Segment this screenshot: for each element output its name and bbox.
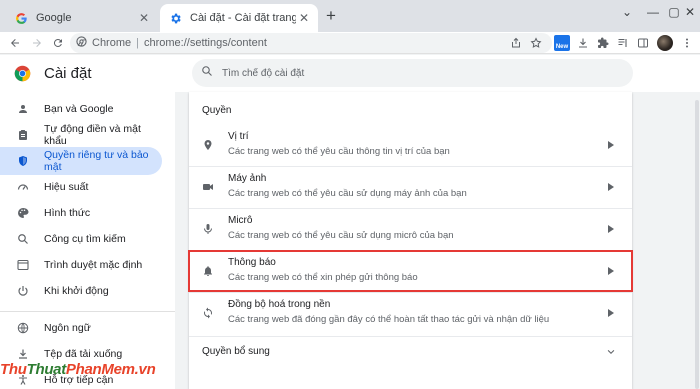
side-panel-icon[interactable] [634, 34, 652, 52]
download-icon[interactable] [574, 34, 592, 52]
expander-label: Quyền bổ sung [202, 346, 270, 357]
permission-row-background-sync[interactable]: Đồng bộ hoá trong nền Các trang web đã đ… [189, 292, 632, 334]
chrome-logo-icon [14, 65, 31, 82]
row-divider [189, 336, 632, 337]
row-title: Máy ảnh [228, 173, 267, 184]
sidebar-item-label: Trình duyệt mặc định [44, 259, 143, 271]
sidebar-item-privacy[interactable]: Quyền riêng tư và bảo mật [0, 147, 162, 175]
row-title: Vị trí [228, 131, 249, 142]
arrow-right-icon [606, 307, 616, 319]
watermark-part: Thuat [26, 361, 67, 378]
row-subtitle: Các trang web có thể yêu cầu sử dụng máy… [228, 188, 467, 199]
globe-icon [16, 321, 30, 335]
close-icon[interactable]: ✕ [296, 10, 312, 26]
arrow-right-icon [606, 181, 616, 193]
address-bar[interactable]: Chrome | chrome://settings/content [70, 33, 552, 53]
power-icon [16, 284, 30, 298]
sync-icon [201, 306, 215, 320]
permission-row-microphone[interactable]: Micrô Các trang web có thể yêu cầu sử dụ… [189, 208, 632, 250]
microphone-icon [201, 222, 215, 236]
chevron-down-icon [605, 346, 617, 358]
google-icon [14, 11, 28, 25]
sidebar-divider [0, 311, 175, 312]
shield-icon [16, 154, 30, 168]
sidebar-item-appearance[interactable]: Hình thức [0, 199, 162, 227]
new-tab-button[interactable]: + [322, 7, 340, 25]
browser-icon [16, 258, 30, 272]
tab-settings[interactable]: Cài đặt - Cài đặt trang web ✕ [160, 4, 318, 32]
search-icon [16, 232, 30, 246]
sidebar-item-search-engine[interactable]: Công cụ tìm kiếm [0, 225, 162, 253]
forward-arrow-icon[interactable] [28, 34, 46, 52]
row-subtitle: Các trang web có thể yêu cầu thông tin v… [228, 146, 450, 157]
close-window-button[interactable]: ✕ [680, 0, 700, 24]
settings-search-input[interactable]: Tìm chế độ cài đặt [192, 59, 633, 87]
sidebar-item-label: Ngôn ngữ [44, 322, 91, 334]
person-icon [16, 102, 30, 116]
arrow-right-icon [606, 223, 616, 235]
extension-new-badge[interactable]: New [554, 35, 570, 51]
sidebar-item-label: Quyền riêng tư và bảo mật [44, 149, 149, 173]
watermark-part: Thu [0, 361, 27, 378]
scrollbar-thumb[interactable] [695, 100, 699, 389]
close-icon[interactable]: ✕ [136, 10, 152, 26]
palette-icon [16, 206, 30, 220]
more-menu-icon[interactable] [678, 34, 696, 52]
highlight-box [188, 250, 633, 292]
sidebar-item-label: Công cụ tìm kiếm [44, 233, 126, 245]
sidebar-item-label: Tự động điền và mật khẩu [44, 123, 141, 147]
search-icon [201, 64, 213, 82]
row-subtitle: Các trang web đã đóng gần đây có thể hoà… [228, 314, 550, 325]
profile-avatar[interactable] [657, 35, 673, 51]
settings-header: Cài đặt Tìm chế độ cài đặt [0, 55, 700, 92]
sidebar-item-languages[interactable]: Ngôn ngữ [0, 314, 162, 342]
download-icon [16, 347, 30, 361]
share-icon[interactable] [507, 34, 525, 52]
reload-icon[interactable] [49, 34, 67, 52]
sidebar-item-default-browser[interactable]: Trình duyệt mặc định [0, 251, 162, 279]
sidebar-item-you-and-google[interactable]: Bạn và Google [0, 95, 162, 123]
row-title: Micrô [228, 215, 253, 226]
sidebar-item-label: Hình thức [44, 207, 91, 219]
sidebar-item-label: Bạn và Google [44, 103, 114, 115]
watermark-part: .vn [134, 361, 156, 378]
page-title: Cài đặt [44, 65, 92, 82]
extensions-puzzle-icon[interactable] [594, 34, 612, 52]
permission-row-location[interactable]: Vị trí Các trang web có thể yêu cầu thôn… [189, 124, 632, 166]
permission-row-camera[interactable]: Máy ảnh Các trang web có thể yêu cầu sử … [189, 166, 632, 208]
toolbar: Chrome | chrome://settings/content New [0, 32, 700, 54]
additional-permissions-expander[interactable]: Quyền bổ sung [189, 338, 632, 366]
site-label: Chrome [92, 37, 132, 49]
tab-title: Google [36, 12, 72, 24]
row-title: Đồng bộ hoá trong nền [228, 299, 331, 310]
reading-list-icon[interactable] [614, 34, 632, 52]
sidebar-item-autofill[interactable]: Tự động điền và mật khẩu [0, 121, 162, 149]
row-subtitle: Các trang web có thể yêu cầu sử dụng mic… [228, 230, 454, 241]
tab-title: Cài đặt - Cài đặt trang web [190, 12, 296, 24]
location-icon [201, 138, 215, 152]
chrome-icon [76, 36, 87, 50]
search-placeholder: Tìm chế độ cài đặt [222, 67, 305, 79]
sidebar-item-label: Tệp đã tải xuống [44, 348, 123, 360]
star-icon[interactable] [527, 34, 545, 52]
sidebar-item-label: Hiệu suất [44, 181, 89, 193]
url-text: chrome://settings/content [143, 37, 267, 49]
sidebar-item-label: Khi khởi động [44, 285, 109, 297]
speedometer-icon [16, 180, 30, 194]
section-title: Quyền [202, 105, 232, 116]
sidebar-item-performance[interactable]: Hiệu suất [0, 173, 162, 201]
arrow-right-icon [606, 139, 616, 151]
tab-google[interactable]: Google ✕ [6, 4, 158, 32]
watermark: ThuThuatPhanMem.vn [0, 361, 156, 378]
camera-icon [201, 180, 215, 194]
sidebar-item-on-startup[interactable]: Khi khởi động [0, 277, 162, 305]
gear-icon [168, 11, 182, 25]
clipboard-icon [16, 128, 30, 142]
url-separator: | [136, 37, 139, 49]
watermark-part: PhanMem [65, 361, 135, 378]
back-arrow-icon[interactable] [6, 34, 24, 52]
